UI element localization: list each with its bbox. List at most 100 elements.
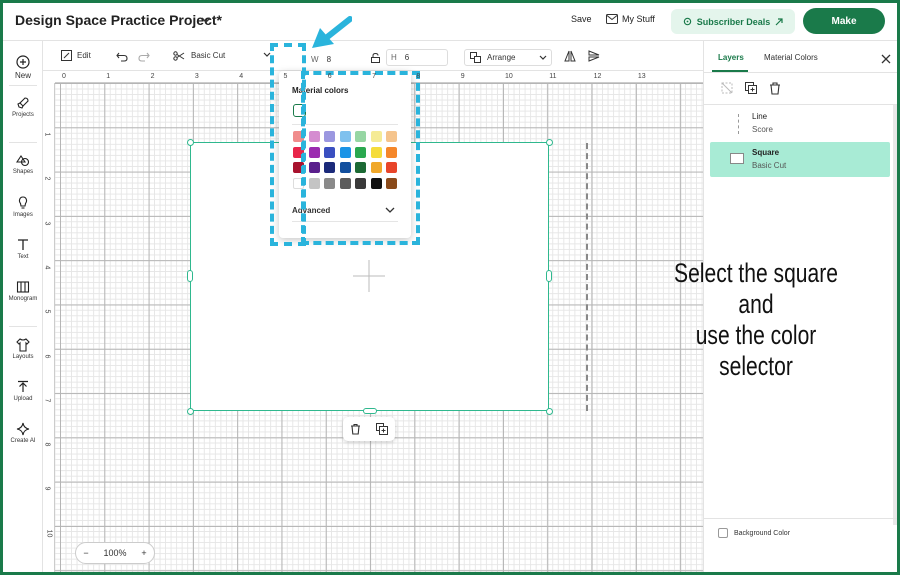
tool-layouts-label: Layouts xyxy=(12,354,34,360)
line-layer-icon xyxy=(738,114,739,134)
shirt-icon xyxy=(16,338,30,352)
flip-horizontal-icon[interactable] xyxy=(564,50,576,62)
ruler-tick-label: 2 xyxy=(150,73,155,80)
width-field[interactable]: W 8 xyxy=(307,51,337,68)
vertical-ruler xyxy=(43,71,55,572)
duplicate-icon[interactable] xyxy=(375,423,388,435)
ruler-tick-label: 3 xyxy=(194,73,199,80)
group-icon[interactable] xyxy=(720,81,734,95)
arrange-icon xyxy=(470,52,481,63)
undo-icon[interactable] xyxy=(116,52,128,62)
lock-icon[interactable] xyxy=(371,53,380,63)
trash-icon[interactable] xyxy=(350,423,361,435)
ruler-tick-label: 8 xyxy=(43,442,51,447)
tool-new[interactable]: New xyxy=(3,55,43,80)
rocket-icon xyxy=(17,97,29,109)
redo-icon[interactable] xyxy=(138,52,150,62)
chevron-down-icon xyxy=(539,55,547,60)
subscriber-deals-button[interactable]: Subscriber Deals xyxy=(671,9,795,34)
ruler-tick-label: 7 xyxy=(372,73,376,80)
ruler-tick-label: 2 xyxy=(43,176,51,181)
trash-icon[interactable] xyxy=(768,81,782,95)
duplicate-icon[interactable] xyxy=(744,81,758,95)
checkbox[interactable] xyxy=(718,528,728,538)
left-toolbar: New Projects Shapes Images Text Monogram… xyxy=(3,41,43,572)
tab-layers[interactable]: Layers xyxy=(718,53,744,62)
tool-upload[interactable]: Upload xyxy=(3,380,43,402)
subscriber-deals-label: Subscriber Deals xyxy=(696,16,771,27)
edit-button[interactable]: Edit xyxy=(61,50,91,61)
resize-handle[interactable] xyxy=(187,270,193,282)
ruler-tick-label: 6 xyxy=(327,73,332,80)
tool-text-label: Text xyxy=(17,254,29,260)
resize-handle[interactable] xyxy=(363,408,377,414)
zoom-value: 100% xyxy=(103,548,127,558)
ruler-tick-label: 5 xyxy=(283,73,288,80)
operation-value: Basic Cut xyxy=(191,51,226,60)
arrow-pointer-icon xyxy=(312,16,352,48)
resize-handle[interactable] xyxy=(546,139,553,146)
header: Design Space Practice Project* Save My S… xyxy=(3,3,897,41)
tool-text[interactable]: Text xyxy=(3,238,43,260)
layer-item-line[interactable]: Line Score xyxy=(710,109,890,139)
instruction-annotation: Select the square and use the color sele… xyxy=(659,258,854,382)
crosshair-icon xyxy=(353,260,385,292)
resize-handle[interactable] xyxy=(187,139,194,146)
flip-vertical-icon[interactable] xyxy=(588,50,600,62)
chevron-down-icon[interactable] xyxy=(200,14,212,26)
tool-images[interactable]: Images xyxy=(3,196,43,218)
zoom-in-button[interactable]: + xyxy=(141,548,146,558)
tag-icon xyxy=(683,17,691,26)
text-icon xyxy=(18,239,28,250)
tool-create-ai[interactable]: Create AI xyxy=(3,422,43,444)
tool-new-label: New xyxy=(14,71,31,80)
tool-projects[interactable]: Projects xyxy=(3,96,43,118)
square-layer-icon xyxy=(730,153,744,164)
annotation-line-1: Select the square and xyxy=(674,258,838,319)
plus-circle-icon xyxy=(16,55,30,69)
width-label: W xyxy=(311,55,319,64)
tab-material-colors[interactable]: Material Colors xyxy=(764,53,818,62)
divider xyxy=(704,518,897,519)
height-label: H xyxy=(391,53,397,62)
divider xyxy=(9,85,37,86)
ruler-corner xyxy=(43,71,55,83)
close-icon[interactable] xyxy=(881,54,891,64)
tool-monogram[interactable]: Monogram xyxy=(3,280,43,302)
layer-type: Basic Cut xyxy=(752,161,787,170)
height-field[interactable]: H 6 xyxy=(386,49,448,66)
make-button[interactable]: Make xyxy=(803,8,885,34)
ruler-tick-label: 6 xyxy=(43,354,51,358)
zoom-control: − 100% + xyxy=(75,542,155,564)
resize-handle[interactable] xyxy=(546,270,552,282)
divider xyxy=(704,104,897,105)
save-button[interactable]: Save xyxy=(571,14,592,24)
scrollbar[interactable] xyxy=(893,105,897,525)
resize-handle[interactable] xyxy=(546,408,553,415)
height-value: 6 xyxy=(404,53,410,62)
tool-shapes[interactable]: Shapes xyxy=(3,153,43,175)
envelope-icon xyxy=(606,14,618,24)
scissors-icon xyxy=(173,50,185,61)
score-line[interactable] xyxy=(586,143,588,411)
tool-layouts[interactable]: Layouts xyxy=(3,338,43,360)
ruler-tick-label: 9 xyxy=(460,73,465,80)
ruler-tick-label: 7 xyxy=(43,398,51,403)
ruler-tick-label: 0 xyxy=(62,73,66,80)
resize-handle[interactable] xyxy=(187,408,194,415)
my-stuff-button[interactable]: My Stuff xyxy=(606,14,655,24)
layer-name: Square xyxy=(752,148,780,157)
project-title[interactable]: Design Space Practice Project* xyxy=(15,12,222,28)
arrange-select[interactable]: Arrange xyxy=(464,49,552,66)
highlight-color-panel xyxy=(301,71,420,245)
ruler-tick-label: 4 xyxy=(43,265,51,270)
layer-item-square[interactable]: Square Basic Cut xyxy=(710,142,890,177)
annotation-line-2: use the color selector xyxy=(695,320,817,381)
zoom-out-button[interactable]: − xyxy=(83,548,88,558)
edit-icon xyxy=(61,50,72,61)
divider xyxy=(9,326,37,327)
tool-upload-label: Upload xyxy=(13,396,33,402)
ruler-tick-label: 5 xyxy=(43,309,51,314)
operation-select[interactable]: Basic Cut xyxy=(168,47,274,64)
background-color-toggle[interactable]: Background Color xyxy=(718,528,790,538)
